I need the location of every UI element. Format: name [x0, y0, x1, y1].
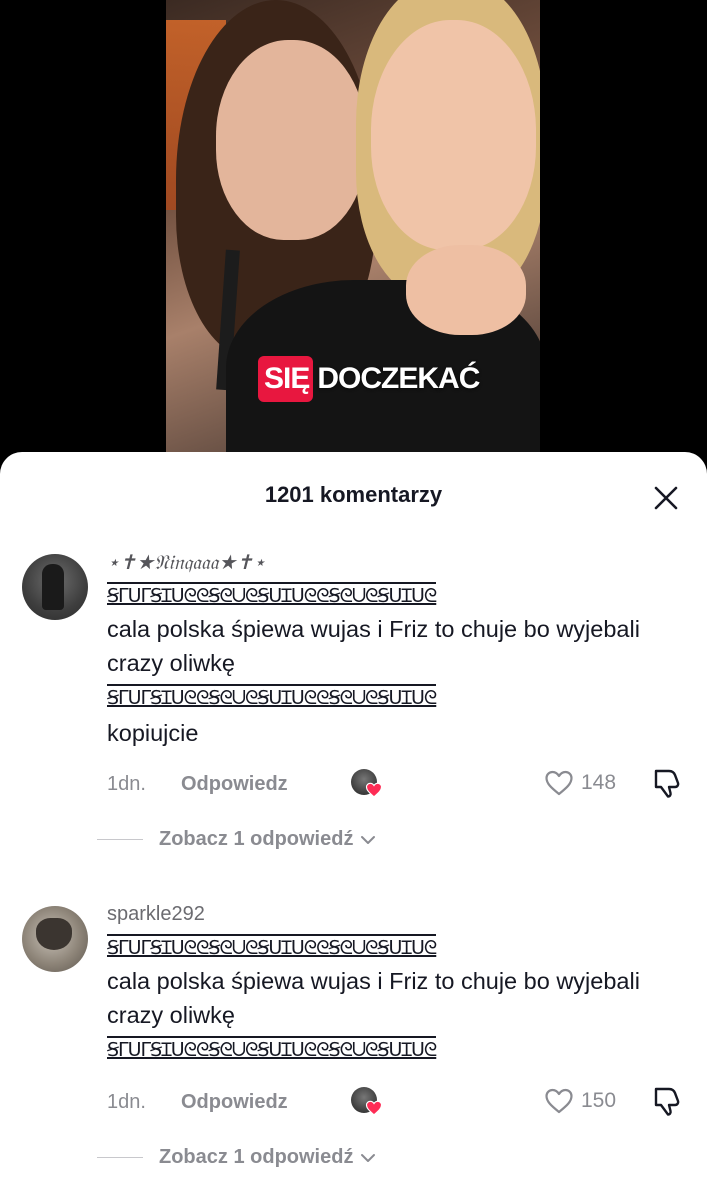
video-frame[interactable]	[166, 0, 540, 480]
view-replies-label: Zobacz 1 odpowiedź	[159, 828, 354, 850]
video-caption: SIĘ DOCZEKAĆ	[258, 356, 480, 402]
avatar[interactable]	[22, 554, 88, 620]
like-count: 148	[581, 771, 617, 794]
decorative-text-line: ꞨᒥᑌᒥꞨꞮᑌᘓᘓꞨᘓᑌᘓꞨᑌꞮᑌᘓᘓꞨᘓᑌᘓꞨᑌꞮᑌᘓ	[107, 582, 437, 608]
chevron-down-icon	[361, 1153, 376, 1162]
like-button[interactable]: 150	[543, 1085, 616, 1117]
dislike-icon[interactable]	[649, 765, 685, 801]
like-count: 150	[581, 1089, 617, 1112]
dislike-icon[interactable]	[649, 1083, 685, 1119]
avatar[interactable]	[22, 906, 88, 972]
heart-outline-icon	[545, 1088, 573, 1114]
close-button[interactable]	[648, 480, 684, 516]
caption-highlight: SIĘ	[258, 356, 314, 402]
creator-liked-heart-icon	[365, 782, 383, 798]
divider-line	[97, 839, 143, 840]
heart-outline-icon	[545, 770, 573, 796]
view-replies-button[interactable]: Zobacz 1 odpowiedź	[97, 1146, 597, 1169]
comment-meta-row: 1dn. Odpowiedz 148	[107, 769, 687, 803]
hand	[406, 245, 526, 335]
comments-count-title: 1201 komentarzy	[264, 482, 443, 507]
decorative-text-line: ꞨᒥᑌᒥꞨꞮᑌᘓᘓꞨᘓᑌᘓꞨᑌꞮᑌᘓᘓꞨᘓᑌᘓꞨᑌꞮᑌᘓ	[107, 1036, 437, 1062]
divider-line	[97, 1157, 143, 1158]
comment-date: 1dn.	[107, 773, 146, 795]
comment-text: cala polska śpiewa wujas i Friz to chuje…	[107, 968, 640, 1028]
caption-text: DOCZEKAĆ	[317, 362, 480, 395]
comment-username[interactable]: sparkle292	[107, 900, 687, 928]
view-replies-label: Zobacz 1 odpowiedź	[159, 1146, 354, 1168]
creator-liked-heart-icon	[365, 1100, 383, 1116]
comment-date: 1dn.	[107, 1091, 146, 1113]
view-replies-button[interactable]: Zobacz 1 odpowiedź	[97, 828, 597, 851]
comment-meta-row: 1dn. Odpowiedz 150	[107, 1087, 687, 1121]
comment-username[interactable]: ⋆✝︎★𝔑𝔦𝔫𝔮𝔞𝔞𝔞★✝︎⋆	[107, 548, 687, 576]
decorative-text-line: ꞨᒥᑌᒥꞨꞮᑌᘓᘓꞨᘓᑌᘓꞨᑌꞮᑌᘓᘓꞨᘓᑌᘓꞨᑌꞮᑌᘓ	[107, 934, 437, 960]
like-button[interactable]: 148	[543, 767, 616, 799]
creator-liked-badge	[351, 1087, 385, 1121]
close-icon	[654, 486, 678, 510]
person-right-face	[371, 20, 536, 250]
comment-text: cala polska śpiewa wujas i Friz to chuje…	[107, 616, 640, 676]
creator-liked-badge	[351, 769, 385, 803]
video-player[interactable]: SIĘ DOCZEKAĆ	[0, 0, 707, 480]
reply-button[interactable]: Odpowiedz	[181, 773, 288, 796]
comment-text-continued: kopiujcie	[107, 720, 199, 746]
chevron-down-icon	[361, 835, 376, 844]
decorative-text-line: ꞨᒥᑌᒥꞨꞮᑌᘓᘓꞨᘓᑌᘓꞨᑌꞮᑌᘓᘓꞨᘓᑌᘓꞨᑌꞮᑌᘓ	[107, 684, 437, 710]
person-left-face	[216, 40, 366, 240]
reply-button[interactable]: Odpowiedz	[181, 1091, 288, 1114]
